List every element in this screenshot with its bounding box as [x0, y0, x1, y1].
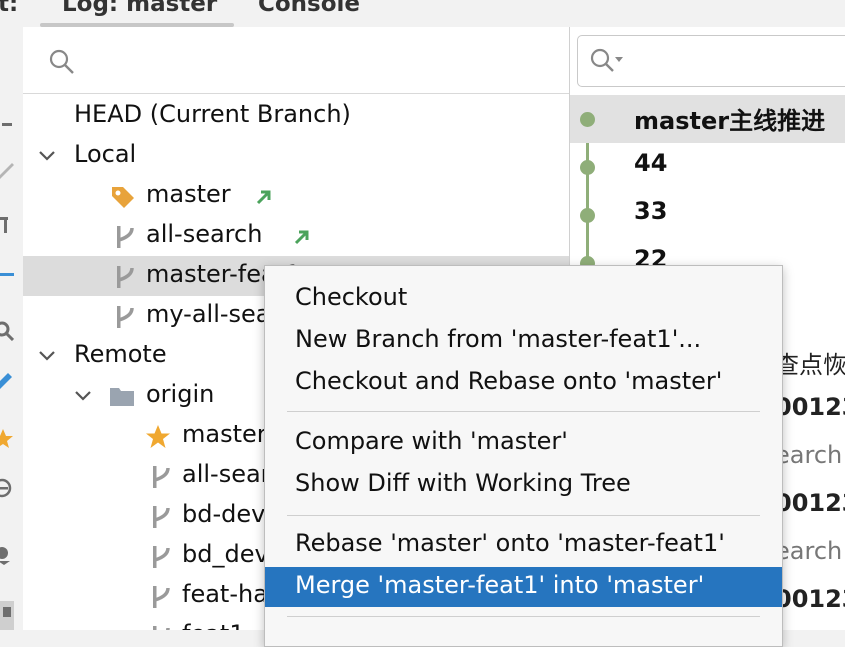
menu-item-label: Checkout	[295, 283, 408, 311]
branch-label: feat-ha	[182, 580, 268, 608]
local-group-label: Local	[74, 140, 137, 168]
pencil-icon[interactable]	[0, 157, 14, 179]
menu-item-rebase[interactable]: Rebase 'master' onto 'master-feat1'	[265, 525, 782, 565]
layout-icon[interactable]	[0, 601, 14, 630]
search-icon	[49, 49, 74, 74]
menu-item-label: Checkout and Rebase onto 'master'	[295, 367, 723, 395]
commit-hash-fragment: 00123	[775, 393, 845, 421]
commit-row[interactable]: master主线推进	[570, 95, 845, 143]
menu-separator	[287, 515, 760, 516]
commit-node	[580, 208, 595, 223]
branch-icon	[117, 226, 134, 248]
branch-label: master	[146, 180, 231, 208]
left-toolbar	[0, 27, 24, 630]
tab-prefix: t:	[0, 0, 19, 17]
chevron-down-icon[interactable]	[73, 386, 93, 406]
menu-item-compare[interactable]: Compare with 'master'	[265, 423, 782, 463]
commit-hash-fragment: 00123	[775, 585, 845, 613]
commit-message-fragment: earch	[775, 537, 843, 565]
branch-tool-icon[interactable]	[0, 213, 14, 235]
settings-icon[interactable]	[0, 543, 14, 565]
branch-context-menu: Checkout New Branch from 'master-feat1'.…	[264, 265, 783, 647]
tab-log-master[interactable]: Log: master	[62, 0, 217, 17]
local-branch-all-search[interactable]: all-search	[23, 216, 569, 256]
outgoing-arrow-icon	[256, 190, 271, 205]
commit-message-fragment: 查点恢	[775, 351, 845, 379]
tab-console[interactable]: Console	[258, 0, 360, 17]
fetch-icon[interactable]	[0, 477, 14, 499]
chevron-down-icon[interactable]	[37, 346, 57, 366]
commit-message-fragment: earch	[775, 441, 843, 469]
favorite-icon[interactable]	[0, 427, 14, 449]
search-tool-icon[interactable]	[0, 319, 15, 342]
tree-group-local[interactable]: Local	[23, 136, 569, 176]
menu-item-label: Compare with 'master'	[295, 427, 568, 455]
commit-hash-fragment: 00123	[775, 489, 845, 517]
branch-label: bd_dev	[182, 540, 269, 568]
menu-item-merge[interactable]: Merge 'master-feat1' into 'master'	[265, 567, 782, 607]
head-label: HEAD (Current Branch)	[74, 100, 351, 128]
menu-separator	[287, 411, 760, 412]
chevron-down-icon[interactable]	[37, 146, 57, 166]
branch-icon	[153, 626, 170, 630]
favorite-star-icon	[146, 425, 170, 448]
menu-item-label: Rebase 'master' onto 'master-feat1'	[295, 529, 725, 557]
branch-icon	[117, 266, 134, 288]
commit-message: master主线推进	[634, 107, 826, 135]
branch-icon	[153, 506, 170, 528]
commit-message: 44	[634, 149, 668, 177]
branch-search-field[interactable]	[23, 27, 569, 94]
commit-row[interactable]: 33	[570, 191, 845, 239]
menu-item-checkout[interactable]: Checkout	[265, 279, 782, 319]
folder-icon	[110, 388, 134, 406]
commit-node	[580, 160, 595, 175]
search-dropdown-icon[interactable]	[590, 48, 624, 74]
origin-label: origin	[146, 380, 215, 408]
branch-label: bd-dev	[182, 500, 266, 528]
branch-icon	[153, 466, 170, 488]
tree-item-head[interactable]: HEAD (Current Branch)	[23, 96, 569, 136]
minus-icon[interactable]	[0, 113, 14, 135]
menu-item-checkout-and-rebase[interactable]: Checkout and Rebase onto 'master'	[265, 363, 782, 403]
commit-row[interactable]: 44	[570, 143, 845, 191]
branch-icon	[153, 546, 170, 568]
menu-item-show-diff[interactable]: Show Diff with Working Tree	[265, 465, 782, 505]
branch-icon	[153, 586, 170, 608]
menu-item-label: Show Diff with Working Tree	[295, 469, 631, 497]
menu-separator	[287, 616, 760, 617]
branch-icon	[117, 306, 134, 328]
branch-label: feat1	[182, 620, 245, 630]
commit-node	[580, 112, 595, 127]
commit-message: 33	[634, 197, 668, 225]
remote-group-label: Remote	[74, 340, 167, 368]
menu-item-new-branch[interactable]: New Branch from 'master-feat1'...	[265, 321, 782, 361]
branch-label: master	[182, 420, 267, 448]
local-branch-master[interactable]: master	[23, 176, 569, 216]
pin-icon[interactable]	[0, 367, 14, 389]
menu-item-label: New Branch from 'master-feat1'...	[295, 325, 702, 353]
branch-label: all-search	[146, 220, 263, 248]
tool-window-tab-bar: t: Log: master Console	[0, 0, 845, 27]
menu-item-label: Merge 'master-feat1' into 'master'	[295, 571, 705, 599]
log-search-field[interactable]	[577, 35, 845, 87]
collapse-icon[interactable]	[0, 263, 14, 285]
outgoing-arrow-icon	[294, 230, 309, 245]
tag-icon	[112, 187, 134, 208]
